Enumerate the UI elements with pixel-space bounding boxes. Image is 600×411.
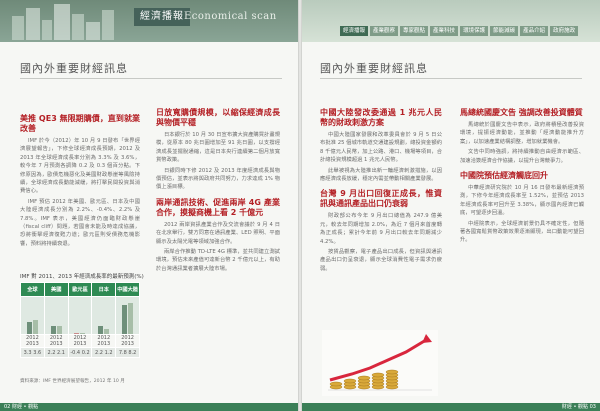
year-label: 2013: [97, 341, 111, 347]
year-label: 2013: [73, 341, 87, 347]
article-paragraph: 2012 兩岸資訊產業合作及交流會議於 9 月 4 日在北京舉行，雙方同意在通訊…: [156, 221, 280, 245]
article-paragraph: 此舉被視為大陸推出新一輪經濟刺激措施，以因應經濟成長放緩，穩定內需並帶動相關產業…: [320, 167, 442, 183]
bar-pair: [92, 298, 115, 334]
bar: [74, 332, 80, 334]
article-paragraph: 中經院表示，全球經濟前景仍具不確定性，但隨著各國寬鬆貨幣政策效果逐漸顯現，出口動…: [460, 220, 584, 244]
year-label: 2013: [121, 341, 134, 347]
nav-item[interactable]: 產品介紹: [520, 26, 549, 36]
article-headline: 馬總統國慶文告 強調改善投資體質: [460, 108, 583, 117]
coins-growth-illustration: [322, 330, 438, 396]
bar-pair: [69, 298, 92, 334]
article-headline: 中國大陸發改委通過 1 兆元人民幣的財政刺激方案: [320, 108, 442, 127]
nav-item[interactable]: 專家觀點: [400, 26, 429, 36]
bar: [56, 326, 62, 334]
magazine-spread: 經濟播報 Economical scan 國內外重要財經訊息 美推 QE3 無限…: [0, 0, 600, 411]
table-cell: 1.2: [104, 349, 113, 356]
table-cell: 3.6: [33, 349, 42, 356]
article-headline: 美推 QE3 無限期購債，直到就業改善: [20, 114, 140, 133]
left-header-band: 經濟播報 Economical scan: [0, 0, 298, 42]
article-paragraph: 兩岸合作推動 TD-LTE 4G 標準，並共同建立測試環境，預估未來產值可達新台…: [156, 249, 280, 272]
table-header: 日本: [91, 282, 117, 297]
bar: [26, 321, 32, 334]
bar-pair: [21, 298, 44, 334]
left-section-title: 國內外重要財經訊息: [20, 62, 128, 75]
article-paragraph: 中華經濟研究院於 10 月 16 日發布最新經濟預測，下修今年經濟成長率至 1.…: [460, 185, 584, 217]
table-header: 歐元區: [67, 282, 93, 297]
right-section-title: 國內外重要財經訊息: [320, 62, 428, 75]
bar: [128, 303, 134, 334]
table-caption: IMF 對 2011、2013 年經濟成長率的最新預測(%): [20, 274, 144, 280]
year-label: 2013: [26, 341, 39, 347]
table-source: 資料來源：IMF 世界經濟展望報告，2012 年 10 月: [20, 379, 125, 384]
page-number-left: 02 財經 • 觀點: [4, 404, 39, 410]
article-paragraph: 日本銀行於 10 月 30 日宣布擴大資產購買計畫規模，從原本 80 兆日圓增加…: [156, 132, 280, 164]
header-subtitle: Economical scan: [184, 11, 277, 22]
right-page: 經濟播報 產業觀察 專家觀點 產業科技 環境保護 節能減碳 產品介紹 政府施政 …: [302, 0, 600, 411]
table-cell: 3.3: [23, 349, 32, 356]
left-section-rule: [20, 78, 282, 79]
table-cell: 2.2: [47, 349, 56, 356]
article-paragraph: IMF 於今（2012）年 10 月 9 日發布「世界經濟展望報告」，下修全球經…: [20, 138, 140, 195]
nav-item[interactable]: 經濟播報: [340, 26, 369, 36]
right-column-2: 馬總統國慶文告 強調改善投資體質 馬總統於國慶文告中表示，政府將積極改善投資環境…: [460, 108, 584, 393]
article-paragraph: 中國大陸國家發展和改革委員會於 9 月 5 日公布批准 25 個城市軌道交通建設…: [320, 132, 442, 164]
right-footer: 財經 • 觀點 03: [302, 403, 600, 411]
table-cell: 7.8: [118, 349, 127, 356]
bar: [50, 325, 56, 334]
article-paragraph: 日銀同時下修 2012 及 2013 年度經濟成長與物價預估，並表示將與政府共同…: [156, 167, 280, 191]
nav-item[interactable]: 產業觀察: [370, 26, 399, 36]
article-paragraph: IMF 預估 2012 年美國、歐元區、日本及中國大陸經濟成長分別為 2.2%、…: [20, 198, 140, 247]
forecast-table: 全球 美國 歐元區 日本 中國大陸 2012 2013 2012 2013 20…: [20, 282, 140, 358]
article-paragraph: 財政部公布今年 9 月出口總值為 247.9 億美元，較去年同期增加 2.0%，…: [320, 213, 442, 245]
table-header: 中國大陸: [115, 282, 140, 297]
right-column-1: 中國大陸發改委通過 1 兆元人民幣的財政刺激方案 中國大陸國家發展和改革委員會於…: [320, 108, 442, 330]
nav-item[interactable]: 政府施政: [550, 26, 579, 36]
right-section-rule: [320, 78, 582, 79]
nav-item[interactable]: 節能減碳: [490, 26, 519, 36]
header-title: 經濟播報: [134, 8, 190, 26]
left-page: 經濟播報 Economical scan 國內外重要財經訊息 美推 QE3 無限…: [0, 0, 298, 411]
building-silhouette-icon: [12, 4, 114, 40]
bar: [122, 304, 128, 334]
table-cell: 2.1: [56, 349, 65, 356]
table-cell: 0.2: [81, 349, 90, 356]
table-cell: 8.2: [128, 349, 137, 356]
article-headline: 日放寬購債規模，以縮保經濟成長與物價平穩: [156, 108, 280, 127]
bar: [32, 320, 38, 334]
article-paragraph: 馬總統於國慶文告中表示，政府將積極改善投資環境，提振經濟動能，並推動「經濟動能推…: [460, 122, 584, 145]
table-header: 美國: [43, 282, 69, 297]
bar-row: [20, 296, 140, 335]
bar-pair: [116, 298, 139, 334]
bar: [104, 329, 110, 334]
article-headline: 兩岸通訊技術、促進兩岸 4G 產業合作，摸擬商機上看 2 千億元: [156, 197, 280, 217]
page-number-right: 財經 • 觀點 03: [561, 404, 596, 410]
article-paragraph: 文告中同時強調，將持續推動自由經濟示範區、加速洽簽經濟合作協議，以提升台灣競爭力…: [460, 149, 584, 164]
article-headline: 台灣 9 月出口回復正成長，惟資訊與通訊產品出口仍衰弱: [320, 189, 442, 209]
left-column-1: 美推 QE3 無限期購債，直到就業改善 IMF 於今（2012）年 10 月 9…: [20, 114, 140, 270]
section-nav: 經濟播報 產業觀察 專家觀點 產業科技 環境保護 節能減碳 產品介紹 政府施政: [340, 26, 579, 36]
table-header: 全球: [20, 282, 45, 297]
article-paragraph: 按貨品觀察，電子產品出口成長，但資訊與通訊產品出口仍呈衰退，顯示全球消費性電子需…: [320, 249, 442, 272]
table-cell: -0.4: [70, 349, 81, 356]
table-cell: 2.2: [95, 349, 103, 356]
article-headline: 中國院預估經濟觸底回升: [460, 171, 548, 181]
nav-item[interactable]: 產業科技: [430, 26, 459, 36]
bar-pair: [45, 298, 68, 334]
left-column-2: 日放寬購債規模，以縮保經濟成長與物價平穩 日本銀行於 10 月 30 日宣布擴大…: [156, 108, 280, 393]
left-footer: 02 財經 • 觀點: [0, 403, 298, 411]
bar: [98, 325, 104, 334]
nav-item[interactable]: 環境保護: [460, 26, 489, 36]
year-label: 2013: [49, 341, 63, 347]
right-header-band: 經濟播報 產業觀察 專家觀點 產業科技 環境保護 節能減碳 產品介紹 政府施政: [302, 0, 600, 42]
bar: [80, 333, 86, 334]
